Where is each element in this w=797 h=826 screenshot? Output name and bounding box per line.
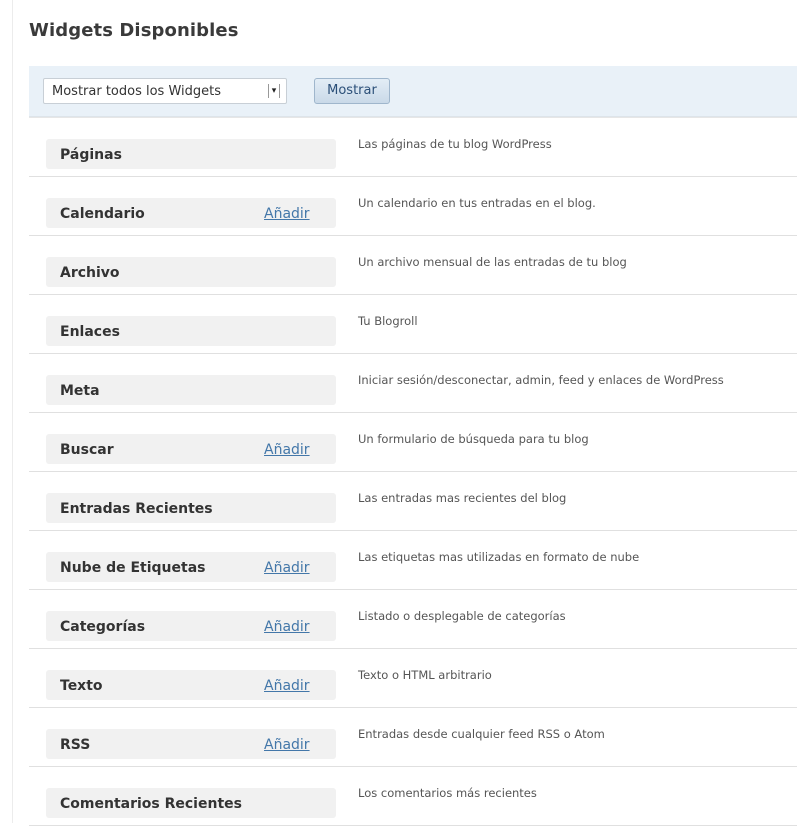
widget-description: Un archivo mensual de las entradas de tu… [358, 255, 627, 269]
widget-row: Texto Añadir Texto o HTML arbitrario [29, 649, 797, 708]
widget-row: Enlaces Tu Blogroll [29, 295, 797, 354]
widget-row: Archivo Un archivo mensual de las entrad… [29, 236, 797, 295]
widget-name: Calendario [60, 206, 145, 222]
widget-description: Las entradas mas recientes del blog [358, 491, 567, 505]
widget-description: Listado o desplegable de categorías [358, 609, 566, 623]
widget-name: Enlaces [60, 324, 120, 340]
widget-description: Un formulario de búsqueda para tu blog [358, 432, 589, 446]
widget-name: Páginas [60, 147, 122, 163]
add-widget-link[interactable]: Añadir [264, 737, 310, 753]
widget-name: Categorías [60, 619, 146, 635]
widget-box: Páginas [46, 139, 336, 169]
widgets-panel: Widgets Disponibles Mostrar todos los Wi… [12, 0, 797, 826]
widget-description: Las etiquetas mas utilizadas en formato … [358, 550, 640, 564]
add-widget-link[interactable]: Añadir [264, 560, 310, 576]
widget-row: Calendario Añadir Un calendario en tus e… [29, 177, 797, 236]
widget-row: Meta Iniciar sesión/desconectar, admin, … [29, 354, 797, 413]
widget-filter-select[interactable]: Mostrar todos los Widgets ▾ [43, 78, 287, 104]
widget-row: Comentarios Recientes Los comentarios má… [29, 767, 797, 826]
widget-row: Buscar Añadir Un formulario de búsqueda … [29, 413, 797, 472]
widget-name: Entradas Recientes [60, 501, 213, 517]
widget-box: Comentarios Recientes [46, 788, 336, 818]
widget-box: Enlaces [46, 316, 336, 346]
widget-row: Categorías Añadir Listado o desplegable … [29, 590, 797, 649]
add-widget-link[interactable]: Añadir [264, 678, 310, 694]
widget-box: Texto Añadir [46, 670, 336, 700]
widget-description: Entradas desde cualquier feed RSS o Atom [358, 727, 605, 741]
widget-name: Archivo [60, 265, 120, 281]
widget-description: Los comentarios más recientes [358, 786, 537, 800]
widget-name: RSS [60, 737, 91, 753]
widget-box: Archivo [46, 257, 336, 287]
widget-box: Entradas Recientes [46, 493, 336, 523]
show-button[interactable]: Mostrar [314, 78, 390, 104]
widget-name: Comentarios Recientes [60, 796, 242, 812]
widget-description: Tu Blogroll [358, 314, 418, 328]
widget-row: Páginas Las páginas de tu blog WordPress [29, 117, 797, 177]
widget-box: Calendario Añadir [46, 198, 336, 228]
widget-name: Texto [60, 678, 103, 694]
widget-box: Meta [46, 375, 336, 405]
widget-box: Nube de Etiquetas Añadir [46, 552, 336, 582]
widget-row: RSS Añadir Entradas desde cualquier feed… [29, 708, 797, 767]
widget-filter-select-value: Mostrar todos los Widgets [52, 83, 222, 99]
filter-bar: Mostrar todos los Widgets ▾ Mostrar [29, 66, 797, 117]
dropdown-arrow-icon: ▾ [268, 84, 280, 98]
add-widget-link[interactable]: Añadir [264, 619, 310, 635]
widget-description: Iniciar sesión/desconectar, admin, feed … [358, 373, 724, 387]
add-widget-link[interactable]: Añadir [264, 442, 310, 458]
widget-name: Buscar [60, 442, 114, 458]
widget-description: Un calendario en tus entradas en el blog… [358, 196, 596, 210]
widget-name: Meta [60, 383, 100, 399]
widget-description: Las páginas de tu blog WordPress [358, 137, 552, 151]
page-title: Widgets Disponibles [29, 20, 239, 41]
widget-row: Entradas Recientes Las entradas mas reci… [29, 472, 797, 531]
widget-box: RSS Añadir [46, 729, 336, 759]
widget-box: Buscar Añadir [46, 434, 336, 464]
add-widget-link[interactable]: Añadir [264, 206, 310, 222]
widget-list: Páginas Las páginas de tu blog WordPress… [29, 117, 797, 826]
widget-name: Nube de Etiquetas [60, 560, 206, 576]
widget-description: Texto o HTML arbitrario [358, 668, 492, 682]
widget-box: Categorías Añadir [46, 611, 336, 641]
widget-row: Nube de Etiquetas Añadir Las etiquetas m… [29, 531, 797, 590]
